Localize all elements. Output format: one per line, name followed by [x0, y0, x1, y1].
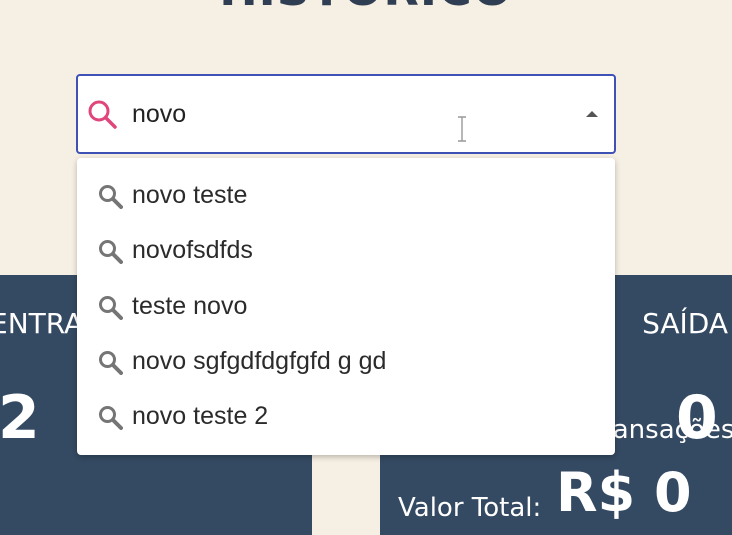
- saida-valor-value: R$ 0: [556, 461, 692, 524]
- search-icon: [99, 239, 123, 264]
- suggestion-label: novo teste: [132, 181, 248, 209]
- saida-valor-label: Valor Total:: [398, 493, 542, 523]
- suggestion-option[interactable]: novo teste: [77, 168, 615, 223]
- search-icon: [99, 350, 123, 375]
- saida-transacoes-value: 0: [676, 383, 718, 453]
- suggestion-label: novofsdfds: [132, 236, 253, 264]
- suggestion-option[interactable]: novo teste 2: [77, 389, 615, 444]
- suggestion-label: novo teste 2: [132, 402, 269, 430]
- entrada-card-value: 2: [0, 383, 40, 453]
- suggestion-option[interactable]: novo sgfgdfdgfgfd g gd: [77, 334, 615, 389]
- saida-card-title: SAÍDA: [642, 307, 728, 340]
- text-cursor-icon: [458, 116, 466, 142]
- suggestions-dropdown: novo teste novofsdfds teste novo novo sg…: [77, 158, 615, 455]
- suggestion-option[interactable]: teste novo: [77, 279, 615, 334]
- page-title: HISTÓRICO: [0, 0, 732, 16]
- suggestion-option[interactable]: novofsdfds: [77, 223, 615, 278]
- suggestion-label: novo sgfgdfdgfgfd g gd: [132, 347, 387, 375]
- search-icon: [99, 295, 123, 320]
- search-input[interactable]: [132, 98, 532, 130]
- search-icon: [99, 184, 123, 209]
- search-icon: [88, 100, 117, 129]
- caret-up-icon[interactable]: [586, 111, 598, 117]
- suggestion-label: teste novo: [132, 292, 248, 320]
- search-autocomplete[interactable]: [76, 74, 616, 154]
- search-icon: [99, 405, 123, 430]
